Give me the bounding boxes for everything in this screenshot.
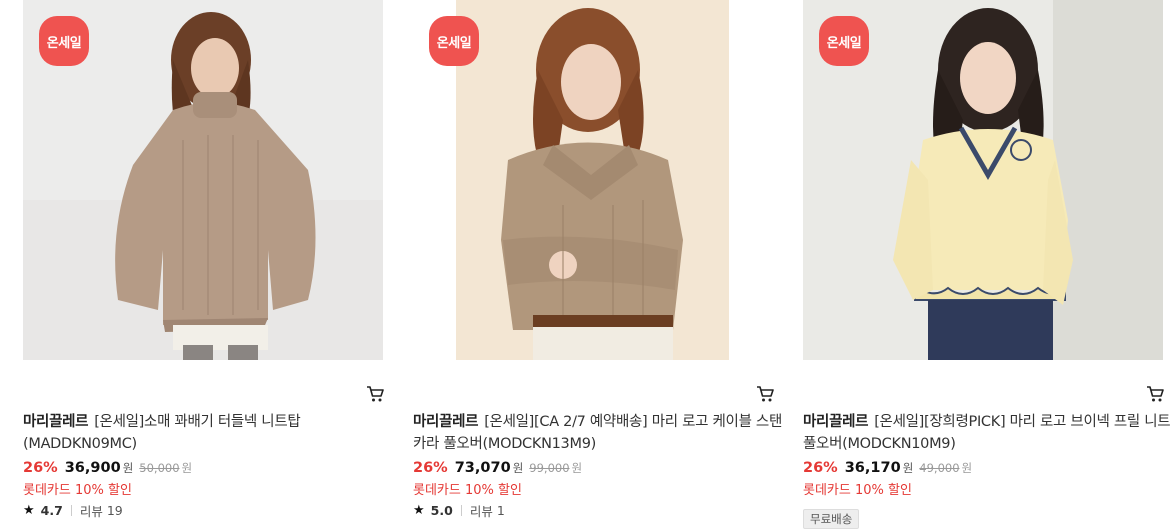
- discount-rate: 26%: [413, 460, 448, 476]
- product-title[interactable]: 마리끌레르 [온세일][CA 2/7 예약배송] 마리 로고 케이블 스탠카라 풀…: [413, 411, 785, 455]
- currency-unit: 원: [902, 461, 914, 475]
- product-image[interactable]: 온세일: [23, 0, 383, 360]
- brand-name: 마리끌레르: [803, 414, 869, 430]
- brand-name: 마리끌레르: [413, 414, 479, 430]
- product-card[interactable]: 온세일 마리끌레르 [온세일][CA 2/7 예약배송] 마리 로고 케이블 스탠…: [413, 0, 782, 530]
- price-row: 26% 36,170 원 49,000 원: [803, 460, 972, 476]
- add-to-cart-icon[interactable]: [755, 384, 775, 404]
- price-row: 26% 73,070 원 99,000 원: [413, 460, 582, 476]
- currency-unit: 원: [122, 461, 134, 475]
- free-shipping-tag: 무료배송: [803, 509, 860, 529]
- add-to-cart-icon[interactable]: [365, 384, 385, 404]
- review-count: 1: [496, 503, 505, 518]
- discount-rate: 26%: [803, 460, 838, 476]
- rating-row: ★ 4.7 리뷰 19: [23, 501, 123, 520]
- original-price: 99,000: [529, 461, 570, 475]
- divider: [70, 505, 72, 516]
- currency-unit: 원: [181, 461, 193, 475]
- sale-badge: 온세일: [429, 16, 479, 66]
- product-card[interactable]: 온세일 마리끌레르 [온세일][장희령PICK] 마리 로고 브이넥 프릴 니트 …: [803, 0, 1170, 530]
- rating-value: 5.0: [430, 503, 453, 518]
- product-title[interactable]: 마리끌레르 [온세일][장희령PICK] 마리 로고 브이넥 프릴 니트 풀오버(…: [803, 411, 1170, 455]
- product-card[interactable]: 온세일 마리끌레르 [온세일]소매 꽈배기 터들넥 니트탑(MADDKN09MC)…: [23, 0, 385, 530]
- currency-unit: 원: [961, 461, 973, 475]
- star-icon: ★: [413, 503, 425, 518]
- sale-badge: 온세일: [819, 16, 869, 66]
- rating-value: 4.7: [40, 503, 63, 518]
- star-icon: ★: [23, 503, 35, 518]
- review-count: 19: [106, 503, 123, 518]
- product-grid: 온세일 마리끌레르 [온세일]소매 꽈배기 터들넥 니트탑(MADDKN09MC)…: [0, 0, 1170, 530]
- product-image[interactable]: 온세일: [413, 0, 773, 360]
- product-title[interactable]: 마리끌레르 [온세일]소매 꽈배기 터들넥 니트탑(MADDKN09MC): [23, 411, 395, 455]
- currency-unit: 원: [512, 461, 524, 475]
- currency-unit: 원: [571, 461, 583, 475]
- review-label: 리뷰: [469, 504, 493, 519]
- product-image[interactable]: 온세일: [803, 0, 1163, 360]
- price-row: 26% 36,900 원 50,000 원: [23, 460, 192, 476]
- card-promo: 롯데카드 10% 할인: [23, 483, 132, 498]
- sale-price: 36,170: [844, 460, 901, 476]
- add-to-cart-icon[interactable]: [1145, 384, 1165, 404]
- divider: [460, 505, 462, 516]
- original-price: 50,000: [139, 461, 180, 475]
- sale-price: 73,070: [454, 460, 511, 476]
- card-promo: 롯데카드 10% 할인: [413, 483, 522, 498]
- brand-name: 마리끌레르: [23, 414, 89, 430]
- card-promo: 롯데카드 10% 할인: [803, 483, 912, 498]
- review-label: 리뷰: [79, 504, 103, 519]
- original-price: 49,000: [919, 461, 960, 475]
- sale-price: 36,900: [64, 460, 121, 476]
- sale-badge: 온세일: [39, 16, 89, 66]
- discount-rate: 26%: [23, 460, 58, 476]
- rating-row: ★ 5.0 리뷰 1: [413, 501, 505, 520]
